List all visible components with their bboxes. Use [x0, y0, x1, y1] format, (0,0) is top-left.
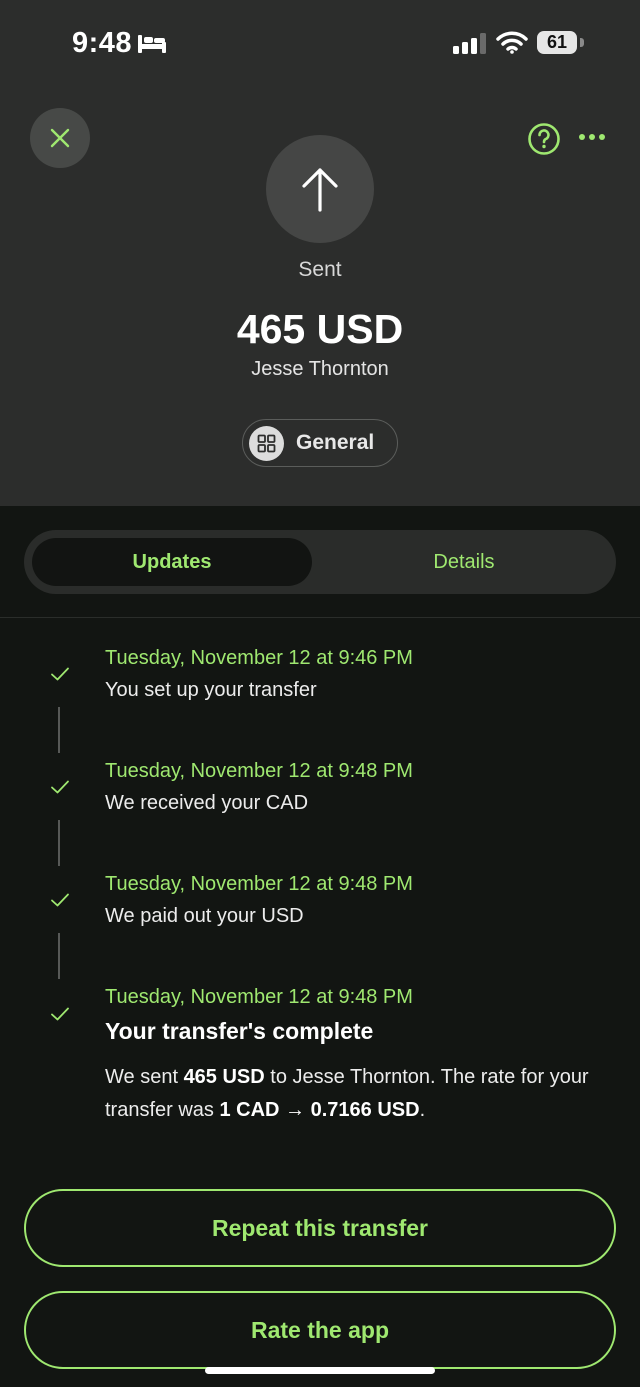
check-icon [51, 667, 69, 681]
transfer-amount: 465 USD [236, 306, 404, 352]
desc-text: . [419, 1099, 426, 1121]
event-description: We sent 465 USD to Jesse Thornton. The r… [105, 1061, 615, 1127]
event-text: We received your CAD [105, 792, 309, 814]
battery-nub [580, 38, 584, 47]
close-button[interactable] [30, 108, 90, 168]
divider [0, 617, 640, 618]
tab-updates[interactable]: Updates [32, 538, 312, 586]
rate-app-button[interactable]: Rate the app [24, 1291, 616, 1369]
timeline-connector [58, 820, 60, 866]
grid-icon [249, 425, 284, 461]
arrow-up-icon [302, 168, 338, 212]
category-label: General [296, 431, 375, 454]
desc-text: We sent [105, 1066, 184, 1088]
help-icon[interactable] [527, 122, 561, 156]
event-date: Tuesday, November 12 at 9:48 PM [105, 873, 413, 895]
event-date: Tuesday, November 12 at 9:48 PM [105, 760, 413, 782]
repeat-transfer-button[interactable]: Repeat this transfer [24, 1189, 616, 1267]
recipient-name: Jesse Thornton [251, 358, 389, 380]
transfer-header: 9:48 61 Sent 465 USD Jesse Thornton Gene… [0, 0, 640, 506]
event-text: You set up your transfer [105, 679, 317, 701]
timeline-connector [58, 933, 60, 979]
desc-amount: 465 USD [183, 1066, 265, 1088]
bed-icon [138, 35, 166, 53]
event-date: Tuesday, November 12 at 9:46 PM [105, 647, 413, 669]
more-icon[interactable] [578, 133, 606, 141]
category-chip[interactable]: General [242, 419, 398, 467]
event-title: Your transfer's complete [105, 1018, 374, 1044]
status-time: 9:48 [72, 27, 133, 59]
check-icon [51, 780, 69, 794]
home-indicator [205, 1367, 435, 1374]
status-bar: 9:48 61 [0, 0, 640, 90]
desc-rate: 1 CAD → 0.7166 USD [219, 1099, 420, 1121]
event-text: We paid out your USD [105, 905, 304, 927]
timeline-connector [58, 707, 60, 753]
transfer-status-label: Sent [298, 258, 342, 281]
sent-status-circle [266, 135, 374, 243]
battery-indicator: 61 [537, 31, 577, 54]
tab-details[interactable]: Details [320, 538, 608, 586]
event-date: Tuesday, November 12 at 9:48 PM [105, 986, 413, 1008]
wifi-icon [496, 31, 528, 54]
signal-icon [453, 33, 486, 54]
check-icon [51, 893, 69, 907]
close-icon [50, 128, 70, 148]
check-icon [51, 1007, 69, 1021]
tab-bar: Updates Details [24, 530, 616, 594]
